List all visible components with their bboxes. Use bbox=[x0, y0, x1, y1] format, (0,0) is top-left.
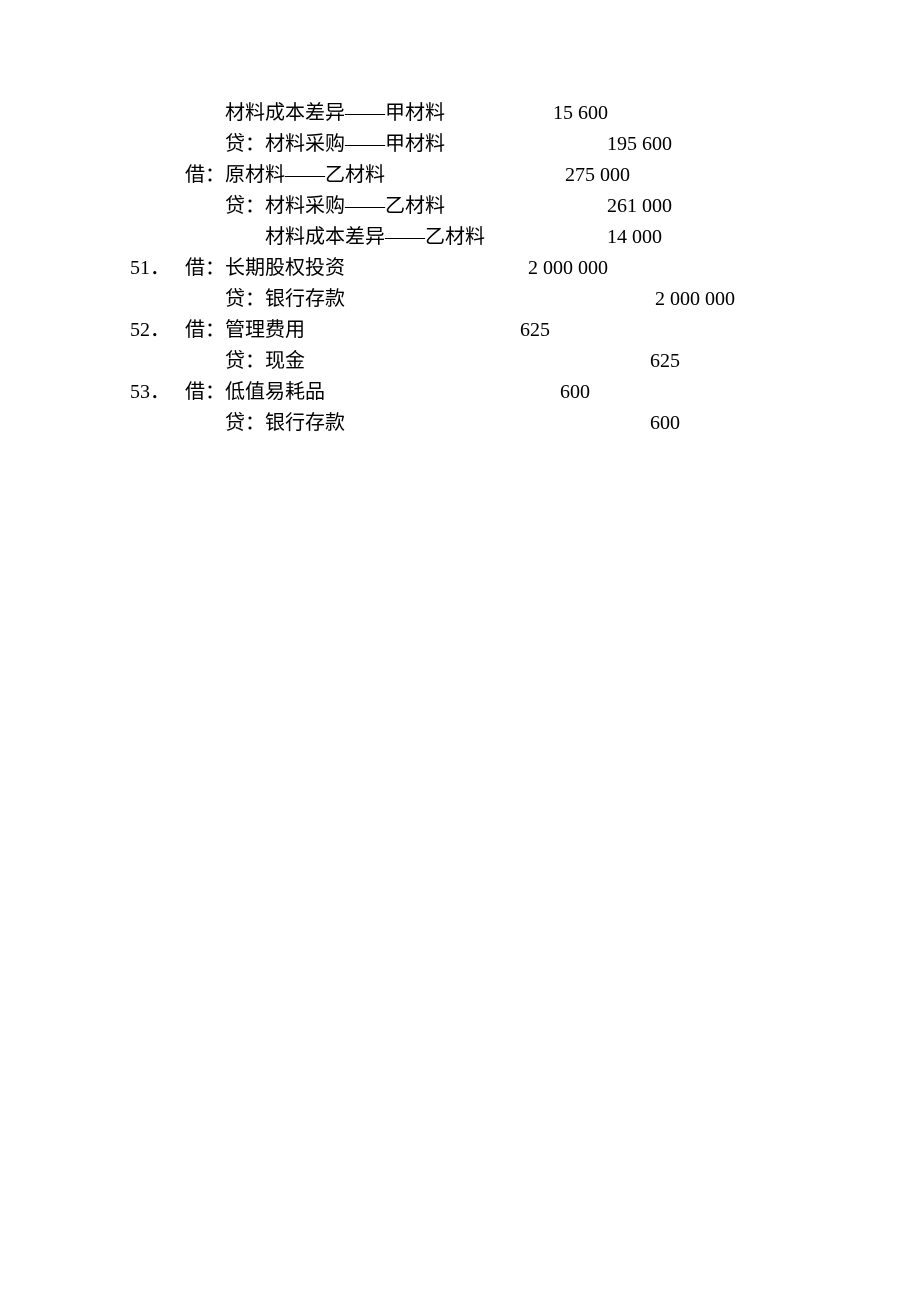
entry-line: 贷：材料采购——乙材料261 000 bbox=[130, 191, 920, 222]
entry-line: 贷：材料采购——甲材料195 600 bbox=[130, 129, 920, 160]
entry-line: 53．借：低值易耗品600 bbox=[130, 377, 920, 408]
amount: 2 000 000 bbox=[130, 253, 608, 284]
amount: 14 000 bbox=[130, 222, 662, 253]
entry-line: 贷：银行存款2 000 000 bbox=[130, 284, 920, 315]
journal-entries: 材料成本差异——甲材料15 600贷：材料采购——甲材料195 600借：原材料… bbox=[130, 98, 920, 439]
entry-line: 材料成本差异——乙材料14 000 bbox=[130, 222, 920, 253]
document-page: 材料成本差异——甲材料15 600贷：材料采购——甲材料195 600借：原材料… bbox=[0, 0, 920, 439]
amount: 625 bbox=[130, 346, 680, 377]
entry-line: 材料成本差异——甲材料15 600 bbox=[130, 98, 920, 129]
amount: 261 000 bbox=[130, 191, 672, 222]
amount: 600 bbox=[130, 408, 680, 439]
amount: 625 bbox=[130, 315, 550, 346]
amount: 2 000 000 bbox=[130, 284, 735, 315]
entry-line: 借：原材料——乙材料275 000 bbox=[130, 160, 920, 191]
amount: 15 600 bbox=[130, 98, 608, 129]
entry-line: 贷：银行存款600 bbox=[130, 408, 920, 439]
amount: 600 bbox=[130, 377, 590, 408]
amount: 195 600 bbox=[130, 129, 672, 160]
entry-line: 51．借：长期股权投资2 000 000 bbox=[130, 253, 920, 284]
amount: 275 000 bbox=[130, 160, 630, 191]
entry-line: 贷：现金625 bbox=[130, 346, 920, 377]
entry-line: 52．借：管理费用625 bbox=[130, 315, 920, 346]
